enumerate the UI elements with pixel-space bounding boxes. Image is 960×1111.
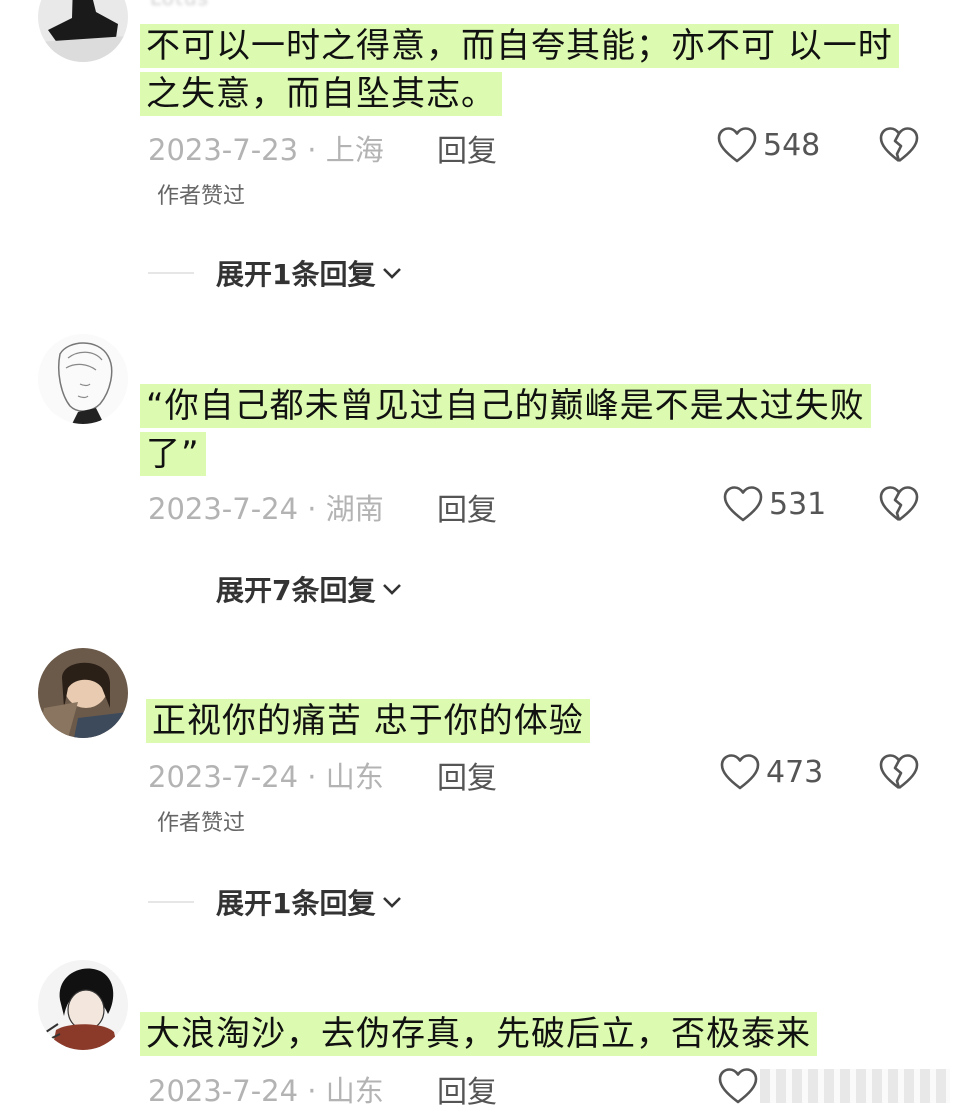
like-count: 473 xyxy=(766,754,824,790)
expand-replies-label: 展开1条回复 xyxy=(216,258,376,291)
comment-text: 大浪淘沙，去伪存真，先破后立，否极泰来 xyxy=(140,1010,910,1058)
chevron-down-icon xyxy=(383,897,402,908)
expand-replies-label: 展开1条回复 xyxy=(216,887,376,920)
like-button[interactable]: 531 xyxy=(723,485,826,523)
expand-replies-button[interactable]: 展开7条回复 xyxy=(216,569,403,609)
date-location: 2023-7-24 · 山东 xyxy=(148,1074,384,1108)
like-button[interactable]: 473 xyxy=(720,753,823,791)
broken-heart-icon[interactable] xyxy=(879,753,919,791)
chevron-down-icon xyxy=(383,268,402,279)
expand-replies-button[interactable]: 展开1条回复 xyxy=(148,253,403,293)
author-liked-badge: 作者赞过 xyxy=(157,811,246,836)
username[interactable]: Lotus xyxy=(150,0,209,10)
heart-outline-icon xyxy=(717,127,757,163)
avatar[interactable] xyxy=(38,648,128,738)
heart-outline-icon xyxy=(720,754,760,790)
watermark-overlay xyxy=(760,1069,950,1103)
divider xyxy=(148,901,194,903)
date-location: 2023-7-23 · 上海 xyxy=(148,133,384,167)
reply-button[interactable]: 回复 xyxy=(437,126,497,170)
avatar[interactable] xyxy=(38,960,128,1050)
expand-replies-button[interactable]: 展开1条回复 xyxy=(148,882,403,922)
heart-outline-icon xyxy=(723,486,763,522)
date-location: 2023-7-24 · 山东 xyxy=(148,760,384,794)
divider xyxy=(148,272,194,274)
broken-heart-icon[interactable] xyxy=(879,126,919,164)
comment-text: “你自己都未曾见过自己的巅峰是不是太过失败了” xyxy=(140,382,910,478)
reply-button[interactable]: 回复 xyxy=(437,1067,497,1111)
broken-heart-icon[interactable] xyxy=(879,485,919,523)
expand-replies-label: 展开7条回复 xyxy=(216,574,376,607)
reply-button[interactable]: 回复 xyxy=(437,753,497,797)
author-liked-badge: 作者赞过 xyxy=(157,184,246,209)
like-button[interactable]: 548 xyxy=(717,126,820,164)
comment-text: 不可以一时之得意，而自夸其能；亦不可 以一时之失意，而自坠其志。 xyxy=(140,22,910,118)
comment-text: 正视你的痛苦 忠于你的体验 xyxy=(146,697,916,745)
heart-outline-icon[interactable] xyxy=(718,1067,758,1105)
chevron-down-icon xyxy=(383,584,402,595)
avatar[interactable] xyxy=(38,334,128,424)
like-count: 531 xyxy=(769,486,827,522)
date-location: 2023-7-24 · 湖南 xyxy=(148,492,384,526)
like-count: 548 xyxy=(763,127,821,163)
reply-button[interactable]: 回复 xyxy=(437,485,497,529)
avatar[interactable] xyxy=(38,0,128,62)
